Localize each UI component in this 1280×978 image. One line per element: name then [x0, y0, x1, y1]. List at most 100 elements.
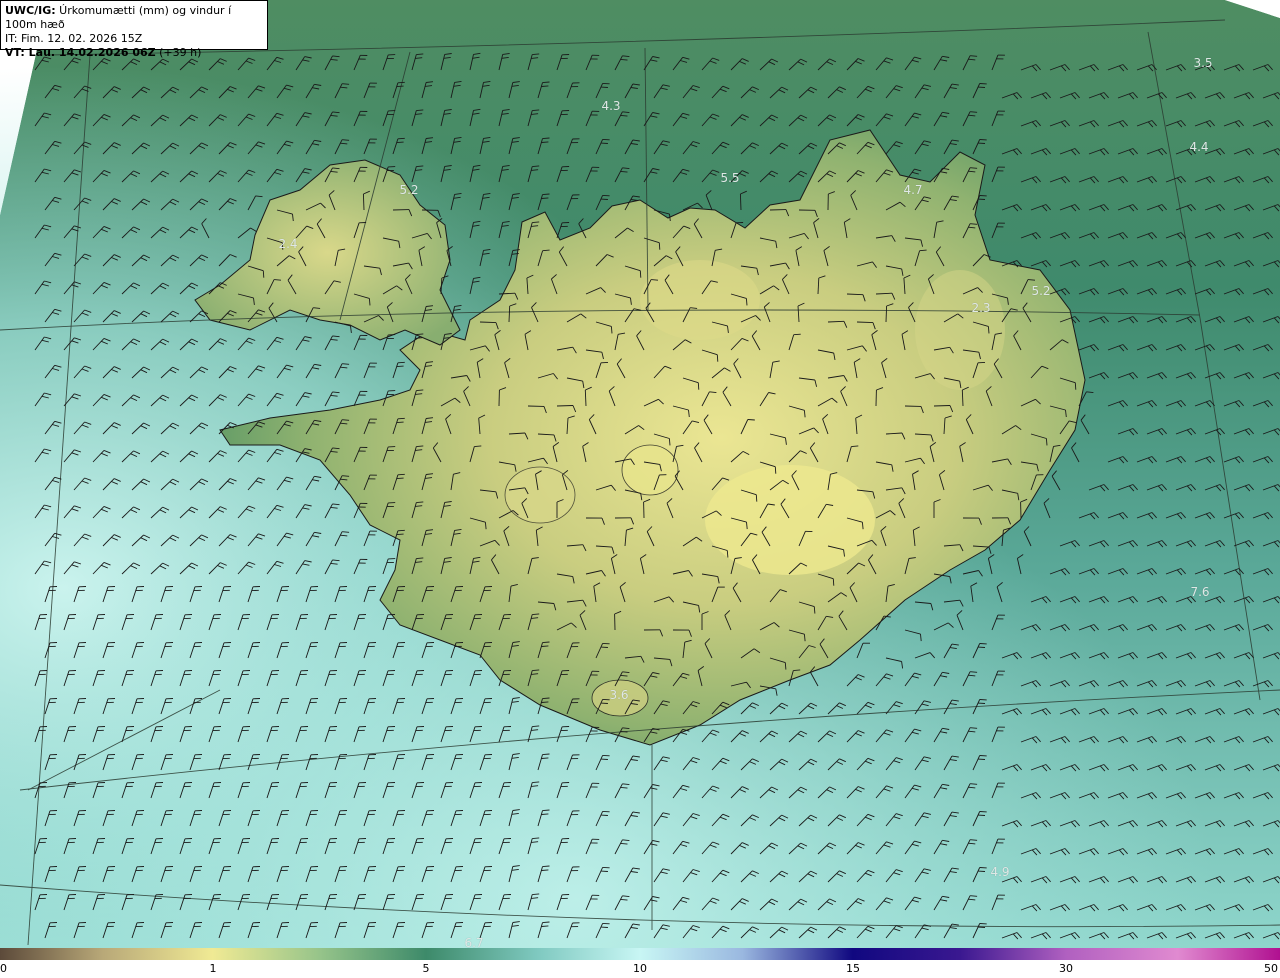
wind-barb-feather	[793, 333, 801, 336]
wind-barb-feather	[342, 139, 350, 141]
wind-barb-feather	[541, 869, 549, 871]
wind-barb-feather	[542, 137, 550, 140]
colorbar-tick-label: 0	[0, 962, 7, 975]
wind-barb-feather	[274, 279, 282, 281]
wind-barb-feather	[541, 85, 549, 87]
wind-barb-feather	[541, 813, 549, 815]
wind-barb-feather	[716, 354, 719, 362]
wind-barb-feather	[747, 419, 755, 421]
wind-barb-feather	[970, 55, 978, 57]
wind-barb-feather	[342, 531, 350, 533]
wind-barb-feather	[541, 141, 549, 143]
wind-barb-feather	[542, 809, 550, 812]
wind-barb	[556, 405, 574, 407]
wind-barb-feather	[668, 438, 671, 446]
map-title: UWC/IG: Úrkomumætti (mm) og vindur í 100…	[5, 4, 232, 31]
colorbar-tick-label: 1	[209, 962, 217, 975]
wind-barb-feather	[639, 270, 642, 278]
wind-barb-feather	[970, 727, 978, 729]
wind-barb-feather	[542, 81, 550, 84]
wind-barb-feather	[970, 167, 978, 169]
wind-barb-feather	[697, 382, 700, 390]
wind-barb-feather	[784, 662, 787, 670]
wind-barb-feather	[542, 753, 550, 756]
map-value-label: 5.2	[399, 183, 419, 197]
wind-barb-feather	[342, 83, 350, 85]
map-value-label: 4.7	[903, 183, 923, 197]
wind-barb-feather	[970, 895, 978, 897]
wind-barb-feather	[342, 475, 350, 477]
wind-barb-feather	[397, 81, 405, 84]
wind-barb-feather	[542, 249, 550, 252]
wind-barb-feather	[342, 419, 350, 421]
wind-barb-feather	[1074, 382, 1077, 390]
wind-barb-feather	[368, 298, 371, 306]
colorbar-tick-label: 30	[1059, 962, 1073, 975]
map-info-box: UWC/IG: Úrkomumætti (mm) og vindur í 100…	[0, 0, 268, 59]
wind-barb-feather	[262, 270, 265, 278]
wind-barb-feather	[342, 363, 350, 365]
map-value-label: 7.6	[1190, 585, 1210, 599]
wind-barb-feather	[658, 242, 661, 250]
valid-time: VT: Lau. 14.02.2026 06Z (+39 h)	[5, 46, 202, 59]
map-value-label: 3.6	[609, 688, 629, 702]
wind-barb-feather	[970, 111, 978, 113]
wind-barb-feather	[396, 365, 404, 368]
map-value-label: 4.9	[990, 865, 1010, 879]
wind-barb-feather	[542, 193, 550, 196]
wind-barb-feather	[396, 477, 404, 480]
map-value-label: 2.4	[278, 237, 298, 251]
wind-barb-feather	[832, 578, 835, 586]
wind-barb-feather	[396, 141, 404, 144]
wind-barb-feather	[397, 137, 405, 140]
wind-barb-feather	[726, 550, 729, 558]
wind-barb-feather	[1045, 438, 1048, 446]
vatnajokull-area	[705, 465, 875, 575]
map-value-label: 2.3	[971, 301, 991, 315]
wind-barb-feather	[396, 85, 404, 88]
wind-barb-feather	[651, 279, 659, 281]
map-value-label: 4.3	[601, 99, 621, 113]
colorbar-tick-label: 5	[422, 962, 430, 975]
wind-barb-feather	[970, 839, 978, 841]
initial-time: IT: Fim. 12. 02. 2026 15Z	[5, 32, 143, 45]
wind-barb-feather	[610, 326, 613, 334]
precipitation-colorbar	[0, 948, 1280, 960]
hofsjokull-area	[621, 444, 679, 496]
wind-barb-feather	[987, 326, 990, 334]
wind-barb-feather	[745, 298, 748, 306]
wind-barb-feather	[542, 641, 550, 644]
colorbar-tick-label: 10	[633, 962, 647, 975]
wind-barb	[739, 193, 742, 211]
wind-barb-feather	[397, 361, 405, 364]
wind-barb	[479, 321, 497, 324]
wind-barb-feather	[397, 529, 405, 532]
wind-barb-feather	[542, 865, 550, 868]
wind-barb	[885, 305, 888, 323]
langjokull-area	[504, 466, 576, 524]
colorbar-tick-label: 15	[846, 962, 860, 975]
wind-barb-feather	[397, 417, 405, 420]
wind-barb-feather	[396, 421, 404, 424]
weather-map[interactable]	[0, 0, 1280, 948]
colorbar-tick-label: 50	[1264, 962, 1278, 975]
wind-barb-feather	[755, 494, 758, 502]
wind-barb-feather	[970, 783, 978, 785]
wind-barb-feather	[541, 701, 549, 703]
wind-barb-feather	[542, 697, 550, 700]
wind-barb-feather	[396, 533, 404, 536]
wind-barb-feather	[1027, 279, 1036, 281]
wind-barb-feather	[970, 223, 978, 225]
map-value-label: 5.2	[1031, 284, 1051, 298]
wind-barb-feather	[970, 671, 978, 673]
wind-barb-feather	[813, 606, 816, 614]
map-value-label: 5.5	[720, 171, 740, 185]
wind-barb-feather	[774, 466, 777, 474]
map-value-label: 3.5	[1193, 56, 1213, 70]
wind-barb-feather	[541, 197, 549, 199]
wind-barb-feather	[541, 645, 549, 647]
wind-barb-feather	[542, 921, 550, 924]
wind-barb	[362, 193, 365, 211]
wind-barb	[856, 321, 874, 324]
wind-barb-feather	[541, 925, 549, 927]
